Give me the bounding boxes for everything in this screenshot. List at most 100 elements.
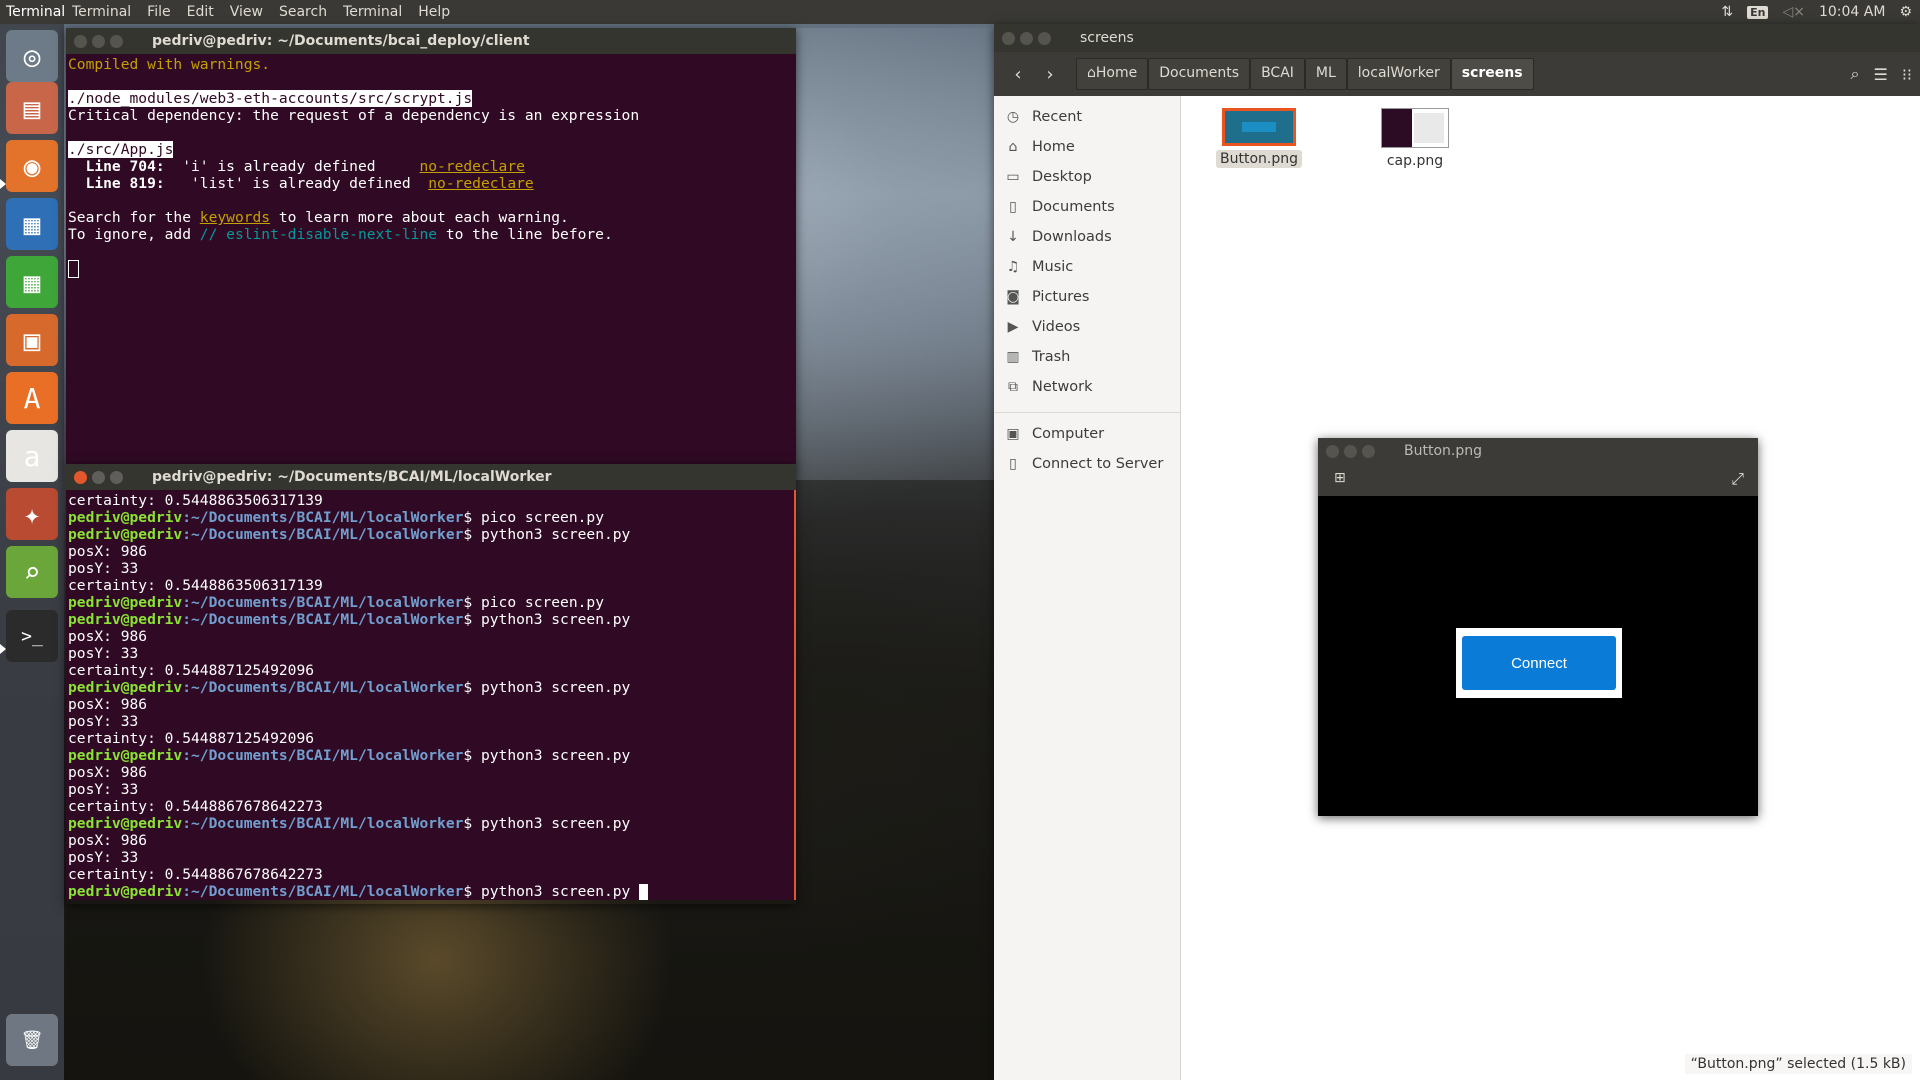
terminal-line: posY: 33 [68, 781, 792, 798]
sidebar-item-documents[interactable]: ▯ Documents [994, 192, 1180, 222]
network-transfer-icon[interactable]: ⇅ [1721, 4, 1733, 20]
fullscreen-icon[interactable]: ⤢ [1731, 469, 1744, 489]
breadcrumb-documents[interactable]: Documents [1148, 58, 1251, 90]
command-output: posY: 33 [68, 849, 139, 866]
sidebar-item-label: Connect to Server [1032, 456, 1164, 472]
sidebar-toggle-icon[interactable]: ⊞ [1334, 470, 1346, 486]
terminal-line: pedriv@pedriv:~/Documents/BCAI/ML/localW… [68, 679, 792, 696]
close-icon[interactable] [1002, 31, 1015, 45]
ubuntu-logo-icon: ◎ [23, 39, 41, 73]
breadcrumb-screens[interactable]: screens [1450, 58, 1534, 90]
sidebar-item-music[interactable]: ♫ Music [994, 252, 1180, 282]
connect-button[interactable]: Connect [1462, 636, 1616, 690]
maximize-icon[interactable] [110, 470, 123, 484]
file-item-button-png[interactable]: Button.png [1204, 108, 1314, 168]
sidebar-item-trash[interactable]: ▥ Trash [994, 342, 1180, 372]
minimize-icon[interactable] [1344, 444, 1357, 458]
terminal-titlebar[interactable]: pedriv@pedriv: ~/Documents/bcai_deploy/c… [66, 28, 796, 54]
window-controls [66, 470, 152, 484]
file-manager-titlebar[interactable]: screens [994, 24, 1920, 52]
clock[interactable]: 10:04 AM [1819, 4, 1885, 20]
launcher-firefox[interactable]: ◉ [6, 140, 58, 192]
launcher-amazon[interactable]: a [6, 430, 58, 482]
image-viewer-titlebar[interactable]: Button.png [1318, 438, 1758, 464]
sidebar-item-connect-to-server[interactable]: ▯ Connect to Server [994, 449, 1180, 479]
breadcrumb-bcai[interactable]: BCAI [1250, 58, 1305, 90]
back-button[interactable]: ‹ [1004, 59, 1032, 89]
breadcrumb-ml[interactable]: ML [1304, 58, 1347, 90]
ignore-text: To ignore, add [68, 226, 200, 243]
file-item-cap-png[interactable]: cap.png [1360, 108, 1470, 170]
maximize-icon[interactable] [110, 34, 123, 48]
terminal-line: certainty: 0.5448863506317139 [68, 492, 792, 509]
prompt-path: :~/Documents/BCAI/ML/localWorker [182, 815, 464, 832]
minimize-icon[interactable] [1020, 31, 1033, 45]
maximize-icon[interactable] [1038, 31, 1051, 45]
command-output: posY: 33 [68, 713, 139, 730]
command-output: posY: 33 [68, 645, 139, 662]
terminal-line: pedriv@pedriv:~/Documents/BCAI/ML/localW… [68, 509, 792, 526]
close-icon[interactable] [74, 470, 87, 484]
menu-edit[interactable]: Edit [179, 4, 222, 20]
close-icon[interactable] [1326, 444, 1339, 458]
sidebar-item-label: Trash [1032, 349, 1071, 365]
launcher-dash-home[interactable]: ◎ [6, 30, 58, 82]
sidebar-item-pictures[interactable]: ◙ Pictures [994, 282, 1180, 312]
volume-muted-icon[interactable]: ◁× [1782, 4, 1805, 20]
launcher-files[interactable]: ▤ [6, 82, 58, 134]
status-bar: “Button.png” selected (1.5 kB) [1684, 1054, 1912, 1074]
grid-view-icon[interactable]: ⁝⁝ [1902, 65, 1912, 84]
launcher-terminal[interactable]: >_ [6, 610, 58, 662]
trash-icon: ▥ [1006, 349, 1020, 365]
terminal-line: posY: 33 [68, 713, 792, 730]
file-cabinet-icon: ▤ [23, 91, 41, 125]
terminal-line: certainty: 0.544887125492096 [68, 662, 792, 679]
sidebar-item-videos[interactable]: ▶ Videos [994, 312, 1180, 342]
minimize-icon[interactable] [92, 470, 105, 484]
keyboard-layout-indicator[interactable]: En [1747, 5, 1769, 19]
launcher-impress[interactable]: ▣ [6, 314, 58, 366]
list-view-icon[interactable]: ☰ [1873, 65, 1887, 84]
file-manager-tools: ⌕ ☰ ⁝⁝ [1851, 52, 1912, 96]
sidebar-item-label: Desktop [1032, 169, 1092, 185]
menu-terminal-2[interactable]: Terminal [335, 4, 410, 20]
launcher-writer[interactable]: ▦ [6, 198, 58, 250]
minimize-icon[interactable] [92, 34, 105, 48]
terminal-line: pedriv@pedriv:~/Documents/BCAI/ML/localW… [68, 747, 792, 764]
launcher-image-viewer[interactable]: ⌕ [6, 546, 58, 598]
menu-view[interactable]: View [222, 4, 271, 20]
breadcrumb-home[interactable]: ⌂Home [1076, 58, 1149, 90]
terminal-titlebar[interactable]: pedriv@pedriv: ~/Documents/BCAI/ML/local… [66, 464, 796, 490]
file-manager-toolbar: ‹ › ⌂Home Documents BCAI ML localWorker … [994, 52, 1920, 96]
menu-help[interactable]: Help [410, 4, 458, 20]
terminal-output[interactable]: certainty: 0.5448863506317139 pedriv@pedr… [66, 490, 796, 900]
sidebar-item-downloads[interactable]: ↓ Downloads [994, 222, 1180, 252]
search-icon[interactable]: ⌕ [1851, 64, 1860, 84]
close-icon[interactable] [74, 34, 87, 48]
document-icon: ▦ [23, 207, 41, 241]
launcher-software-center[interactable]: A [6, 372, 58, 424]
launcher-trash[interactable]: 🗑 [6, 1014, 58, 1066]
menu-search[interactable]: Search [271, 4, 335, 20]
keywords-link[interactable]: keywords [200, 209, 270, 226]
menu-terminal[interactable]: Terminal [64, 4, 139, 20]
launcher-system-settings[interactable]: ✦ [6, 488, 58, 540]
sidebar-item-desktop[interactable]: ▭ Desktop [994, 162, 1180, 192]
sidebar-item-computer[interactable]: ▣ Computer [994, 419, 1180, 449]
sidebar-item-home[interactable]: ⌂ Home [994, 132, 1180, 162]
lint-rule-link[interactable]: no-redeclare [428, 175, 533, 192]
sidebar-item-label: Music [1032, 259, 1074, 275]
lint-rule-link[interactable]: no-redeclare [419, 158, 524, 175]
forward-button[interactable]: › [1036, 59, 1064, 89]
clock-icon: ◷ [1006, 109, 1020, 125]
terminal-output[interactable]: Compiled with warnings. ./node_modules/w… [66, 54, 796, 468]
gear-icon[interactable]: ⚙ [1899, 4, 1912, 20]
menu-file[interactable]: File [139, 4, 178, 20]
maximize-icon[interactable] [1362, 444, 1375, 458]
firefox-icon: ◉ [23, 149, 41, 183]
terminal-line: posX: 986 [68, 628, 792, 645]
sidebar-item-recent[interactable]: ◷ Recent [994, 102, 1180, 132]
breadcrumb-localworker[interactable]: localWorker [1346, 58, 1451, 90]
sidebar-item-network[interactable]: ⧉ Network [994, 372, 1180, 402]
launcher-calc[interactable]: ▦ [6, 256, 58, 308]
